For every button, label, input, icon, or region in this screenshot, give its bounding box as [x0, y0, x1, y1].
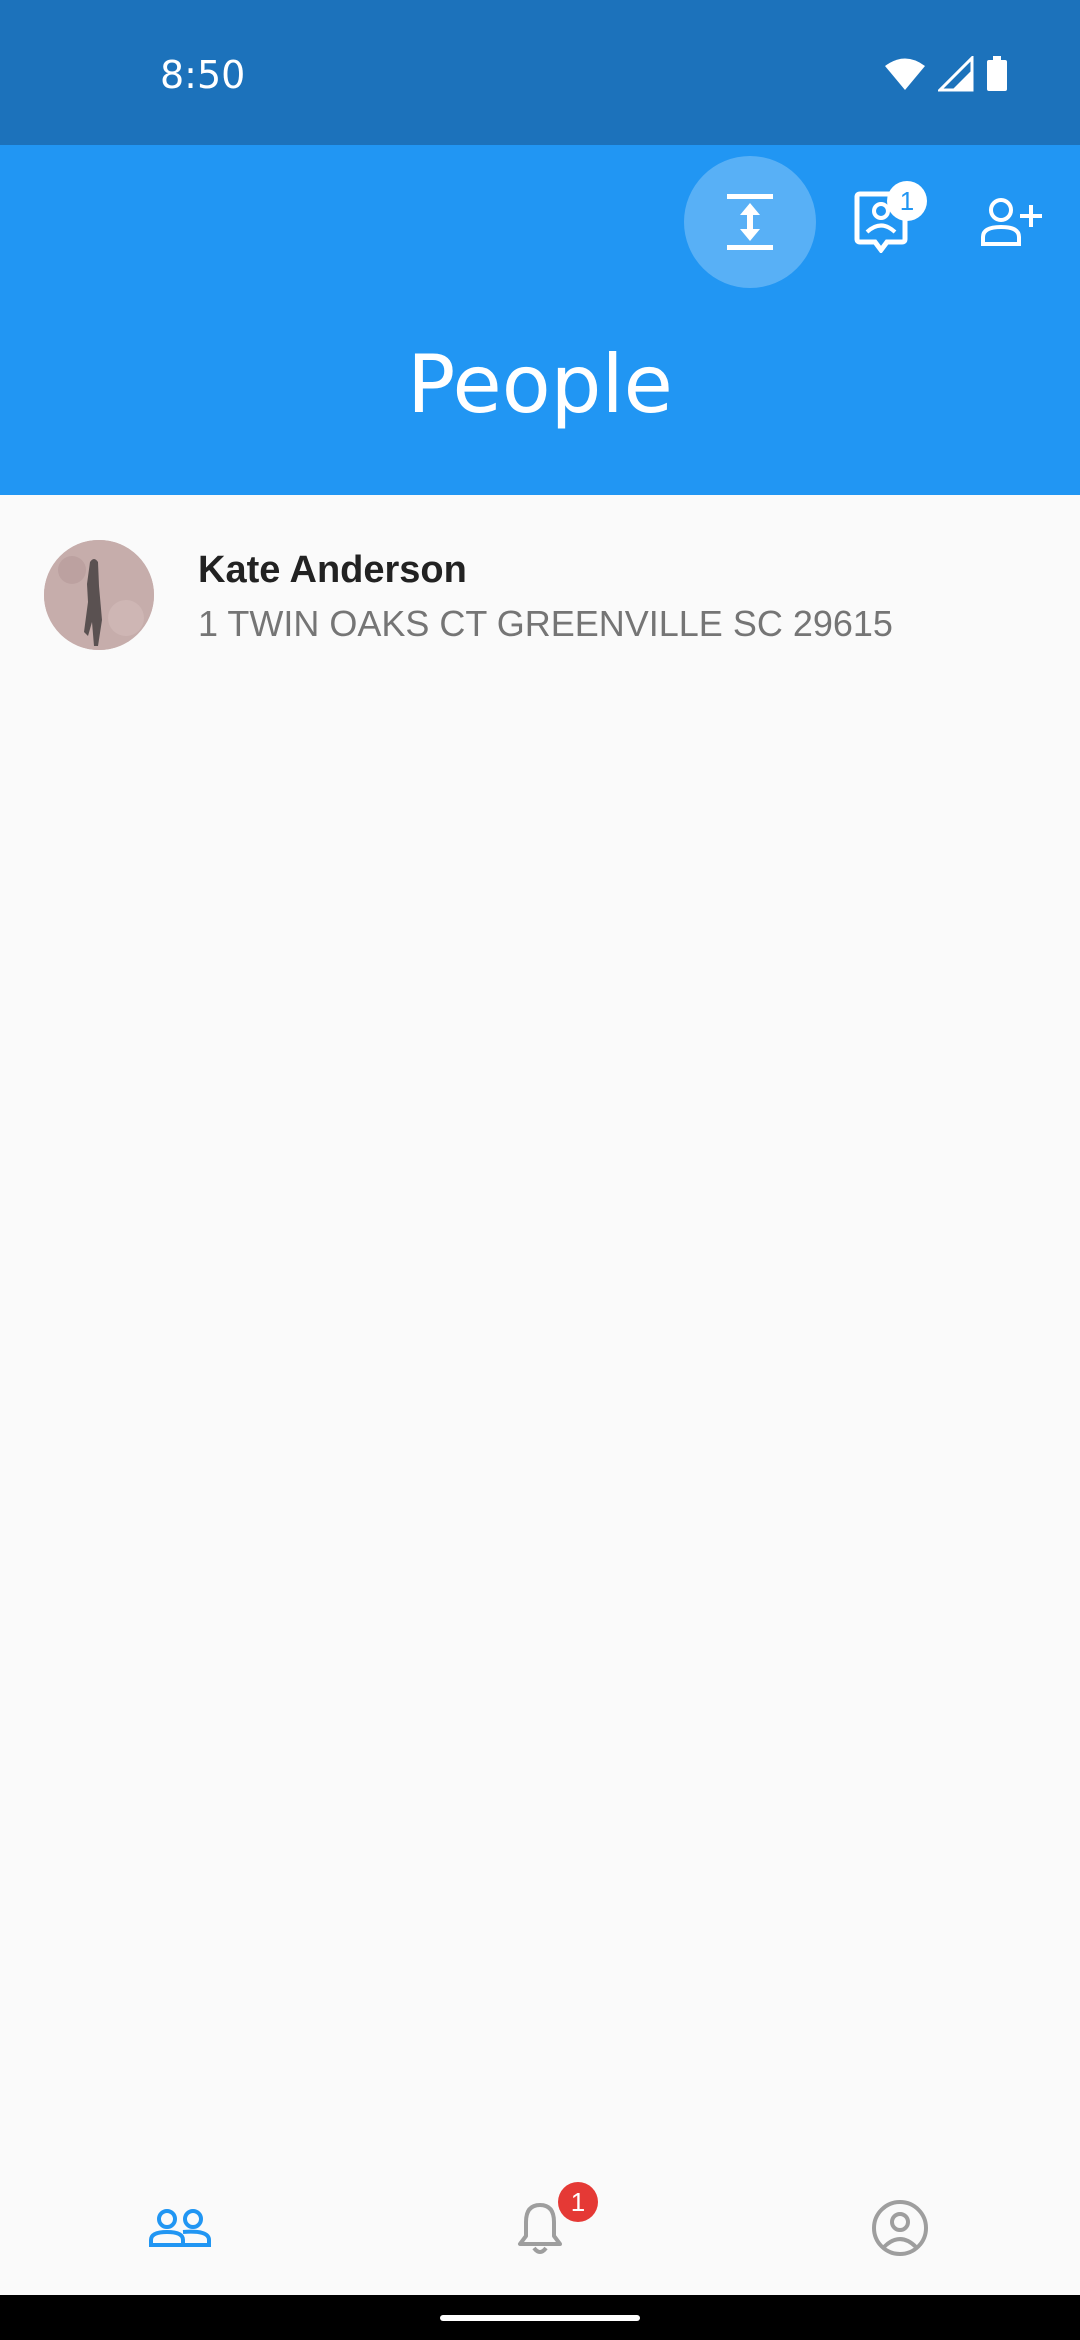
status-time: 8:50: [160, 53, 246, 97]
list-item[interactable]: Kate Anderson 1 TWIN OAKS CT GREENVILLE …: [0, 495, 1080, 695]
nav-account[interactable]: [720, 2160, 1080, 2295]
status-bar: 8:50: [0, 0, 1080, 145]
bottom-nav: 1: [0, 2160, 1080, 2295]
account-circle-icon: [872, 2199, 928, 2256]
people-icon: [149, 2208, 211, 2247]
gesture-handle[interactable]: [440, 2315, 640, 2321]
notifications-badge: 1: [558, 2182, 598, 2222]
cell-signal-icon: [938, 56, 974, 92]
contact-requests-button[interactable]: 1: [815, 156, 947, 288]
person-name: Kate Anderson: [198, 549, 467, 591]
page-title: People: [407, 338, 673, 431]
nav-people[interactable]: [0, 2160, 360, 2295]
nav-notifications[interactable]: 1: [360, 2160, 720, 2295]
person-address: 1 TWIN OAKS CT GREENVILLE SC 29615: [198, 603, 893, 644]
status-icons: [884, 56, 1008, 92]
add-person-icon: [981, 198, 1042, 246]
expand-vertical-icon: [727, 194, 773, 250]
contact-requests-badge: 1: [887, 181, 927, 221]
battery-icon: [987, 56, 1007, 91]
system-nav-bar: [0, 2295, 1080, 2340]
expand-button[interactable]: [684, 156, 816, 288]
wifi-icon: [885, 58, 925, 90]
bell-icon: [518, 2202, 562, 2254]
app-bar: 1 People: [0, 145, 1080, 495]
add-person-button[interactable]: [946, 156, 1078, 288]
avatar: [44, 540, 154, 650]
